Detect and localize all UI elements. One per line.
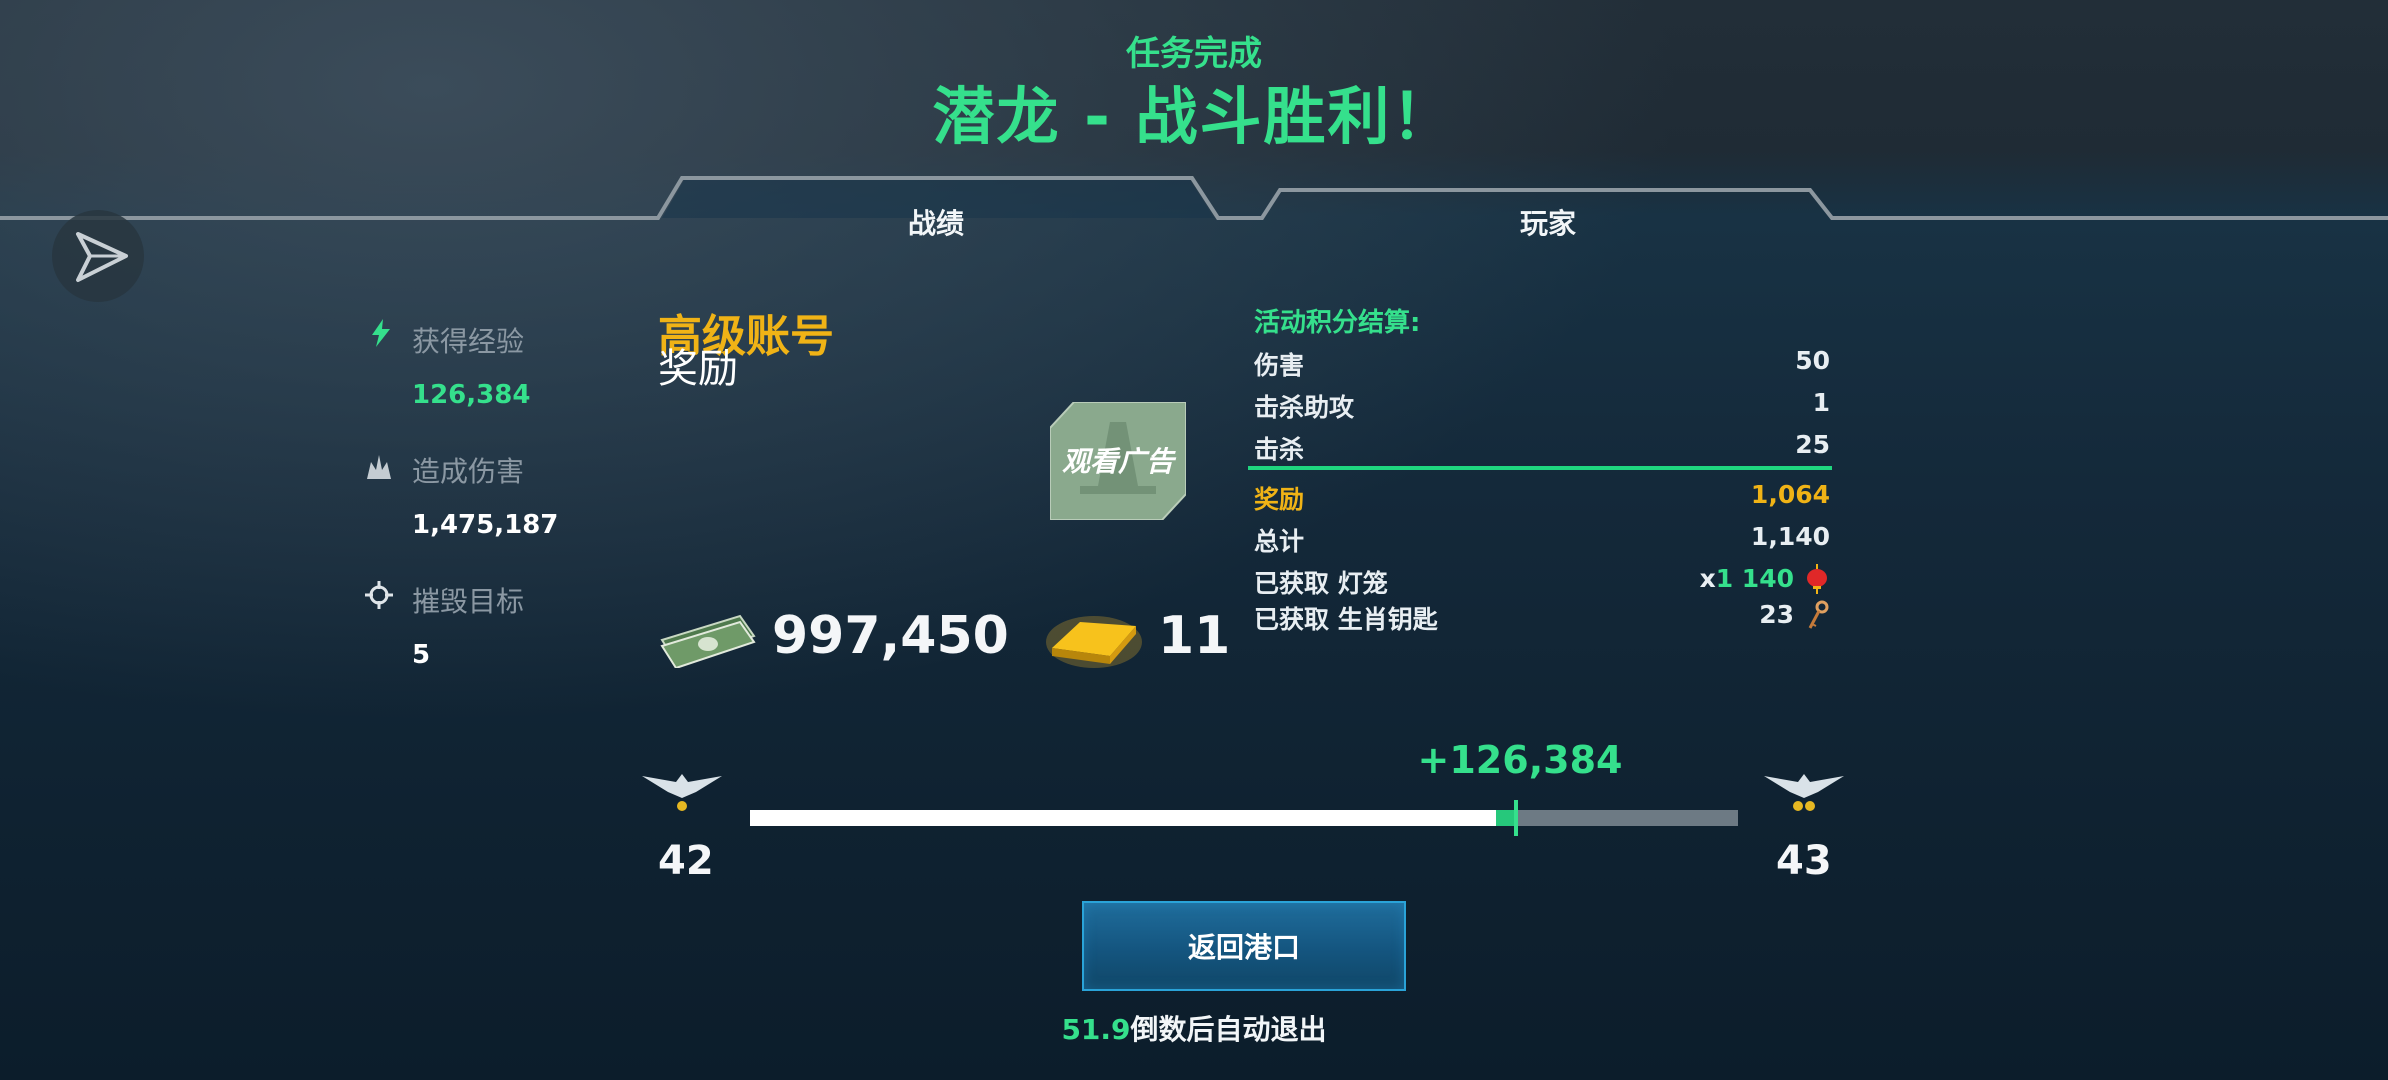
points-bonus-label: 奖励	[1254, 485, 1305, 514]
countdown-number: 51.9	[1061, 1013, 1131, 1046]
level-current: 42	[658, 838, 714, 884]
rank-current-icon-wrap	[640, 766, 724, 818]
countdown-text: 倒数后自动退出	[1130, 1013, 1327, 1046]
crosshair-icon	[365, 581, 393, 609]
keys-label: 已获取 生肖钥匙	[1254, 605, 1438, 634]
stat-exp-value: 126,384	[412, 380, 531, 410]
exp-gain-text: +126,384	[1417, 738, 1623, 782]
points-divider	[1248, 466, 1832, 470]
points-row-keys: 已获取 生肖钥匙 23	[1254, 600, 1830, 640]
stat-kills-value: 5	[412, 640, 431, 670]
points-row-damage: 伤害 50	[1254, 346, 1830, 386]
points-total-value: 1,140	[1750, 522, 1830, 551]
eagle-rank-icon	[1764, 774, 1844, 811]
premium-reward-label: 奖励	[658, 346, 738, 392]
exp-progress-gain	[1496, 810, 1516, 826]
explosion-icon	[367, 455, 391, 479]
gold-bar-icon	[1046, 616, 1142, 668]
stat-exp-icon	[366, 318, 396, 352]
stat-damage-label: 造成伤害	[412, 455, 525, 488]
level-next: 43	[1776, 838, 1832, 884]
points-bonus-value: 1,064	[1750, 480, 1830, 509]
stat-exp-label: 获得经验	[412, 325, 525, 358]
tab-record[interactable]: 战绩	[786, 202, 1086, 242]
points-row-assist: 击杀助攻 1	[1254, 388, 1830, 428]
lantern-count: x1 140	[1700, 564, 1794, 593]
points-row-value: 50	[1795, 346, 1830, 375]
stat-kills-icon	[364, 580, 394, 614]
lantern-label: 已获取 灯笼	[1254, 569, 1388, 598]
gold-icon-wrap	[1044, 608, 1144, 676]
return-to-port-button[interactable]: 返回港口	[1082, 901, 1406, 991]
watch-ad-label[interactable]: 观看广告	[1052, 440, 1184, 480]
points-row-bonus: 奖励 1,064	[1254, 480, 1830, 520]
share-button[interactable]	[52, 210, 144, 302]
eagle-rank-icon	[642, 774, 722, 811]
stat-damage-icon	[364, 452, 394, 486]
points-row-kills: 击杀 25	[1254, 430, 1830, 470]
points-row-total: 总计 1,140	[1254, 522, 1830, 562]
points-row-label: 击杀助攻	[1254, 393, 1355, 422]
gold-reward-value: 11	[1158, 606, 1231, 666]
points-row-label: 伤害	[1254, 351, 1305, 380]
points-row-lantern: 已获取 灯笼 x1 140	[1254, 564, 1830, 604]
share-arrow-icon	[76, 232, 128, 282]
stat-damage-value: 1,475,187	[412, 510, 559, 540]
cash-icon	[660, 614, 756, 670]
rank-next-icon-wrap	[1762, 766, 1846, 818]
victory-title: 潜龙 - 战斗胜利！	[932, 80, 1456, 153]
stat-kills-label: 摧毁目标	[412, 585, 525, 618]
lantern-prefix: x	[1699, 564, 1716, 593]
cash-icon-wrap	[658, 612, 758, 672]
points-total-label: 总计	[1254, 527, 1305, 556]
key-icon	[1808, 600, 1829, 629]
money-reward-value: 997,450	[772, 606, 1009, 666]
exp-progress-fill	[750, 810, 1496, 826]
tab-players[interactable]: 玩家	[1398, 202, 1698, 242]
points-row-label: 击杀	[1254, 435, 1305, 464]
points-row-value: 25	[1795, 430, 1830, 459]
lantern-icon	[1807, 564, 1827, 594]
points-panel-title: 活动积分结算:	[1254, 308, 1421, 338]
points-row-value: 1	[1812, 388, 1830, 417]
keys-value: 23	[1759, 600, 1794, 629]
bolt-icon	[372, 319, 390, 347]
auto-exit-countdown: 51.9倒数后自动退出	[0, 1008, 2388, 1048]
tab-bar	[0, 176, 2388, 220]
exp-progress-marker	[1514, 800, 1518, 836]
lantern-value: 1 140	[1715, 564, 1794, 593]
